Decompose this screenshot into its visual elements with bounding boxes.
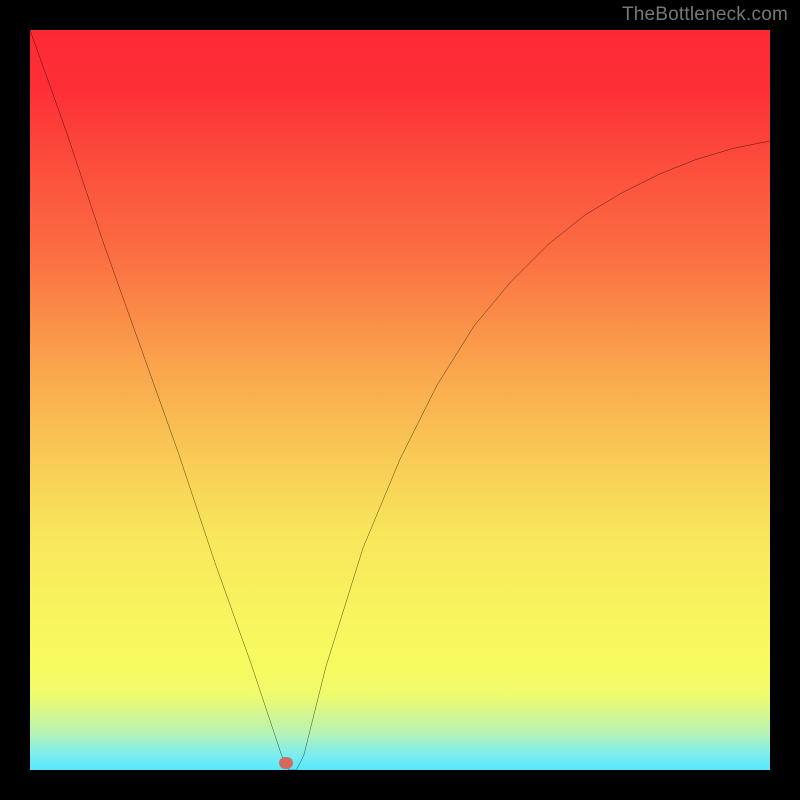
- curve-path: [30, 30, 770, 770]
- watermark-text: TheBottleneck.com: [622, 4, 788, 26]
- chart-frame: TheBottleneck.com: [0, 0, 800, 800]
- plot-area: [30, 30, 770, 770]
- minimum-marker: [279, 757, 293, 769]
- bottleneck-curve: [30, 30, 770, 770]
